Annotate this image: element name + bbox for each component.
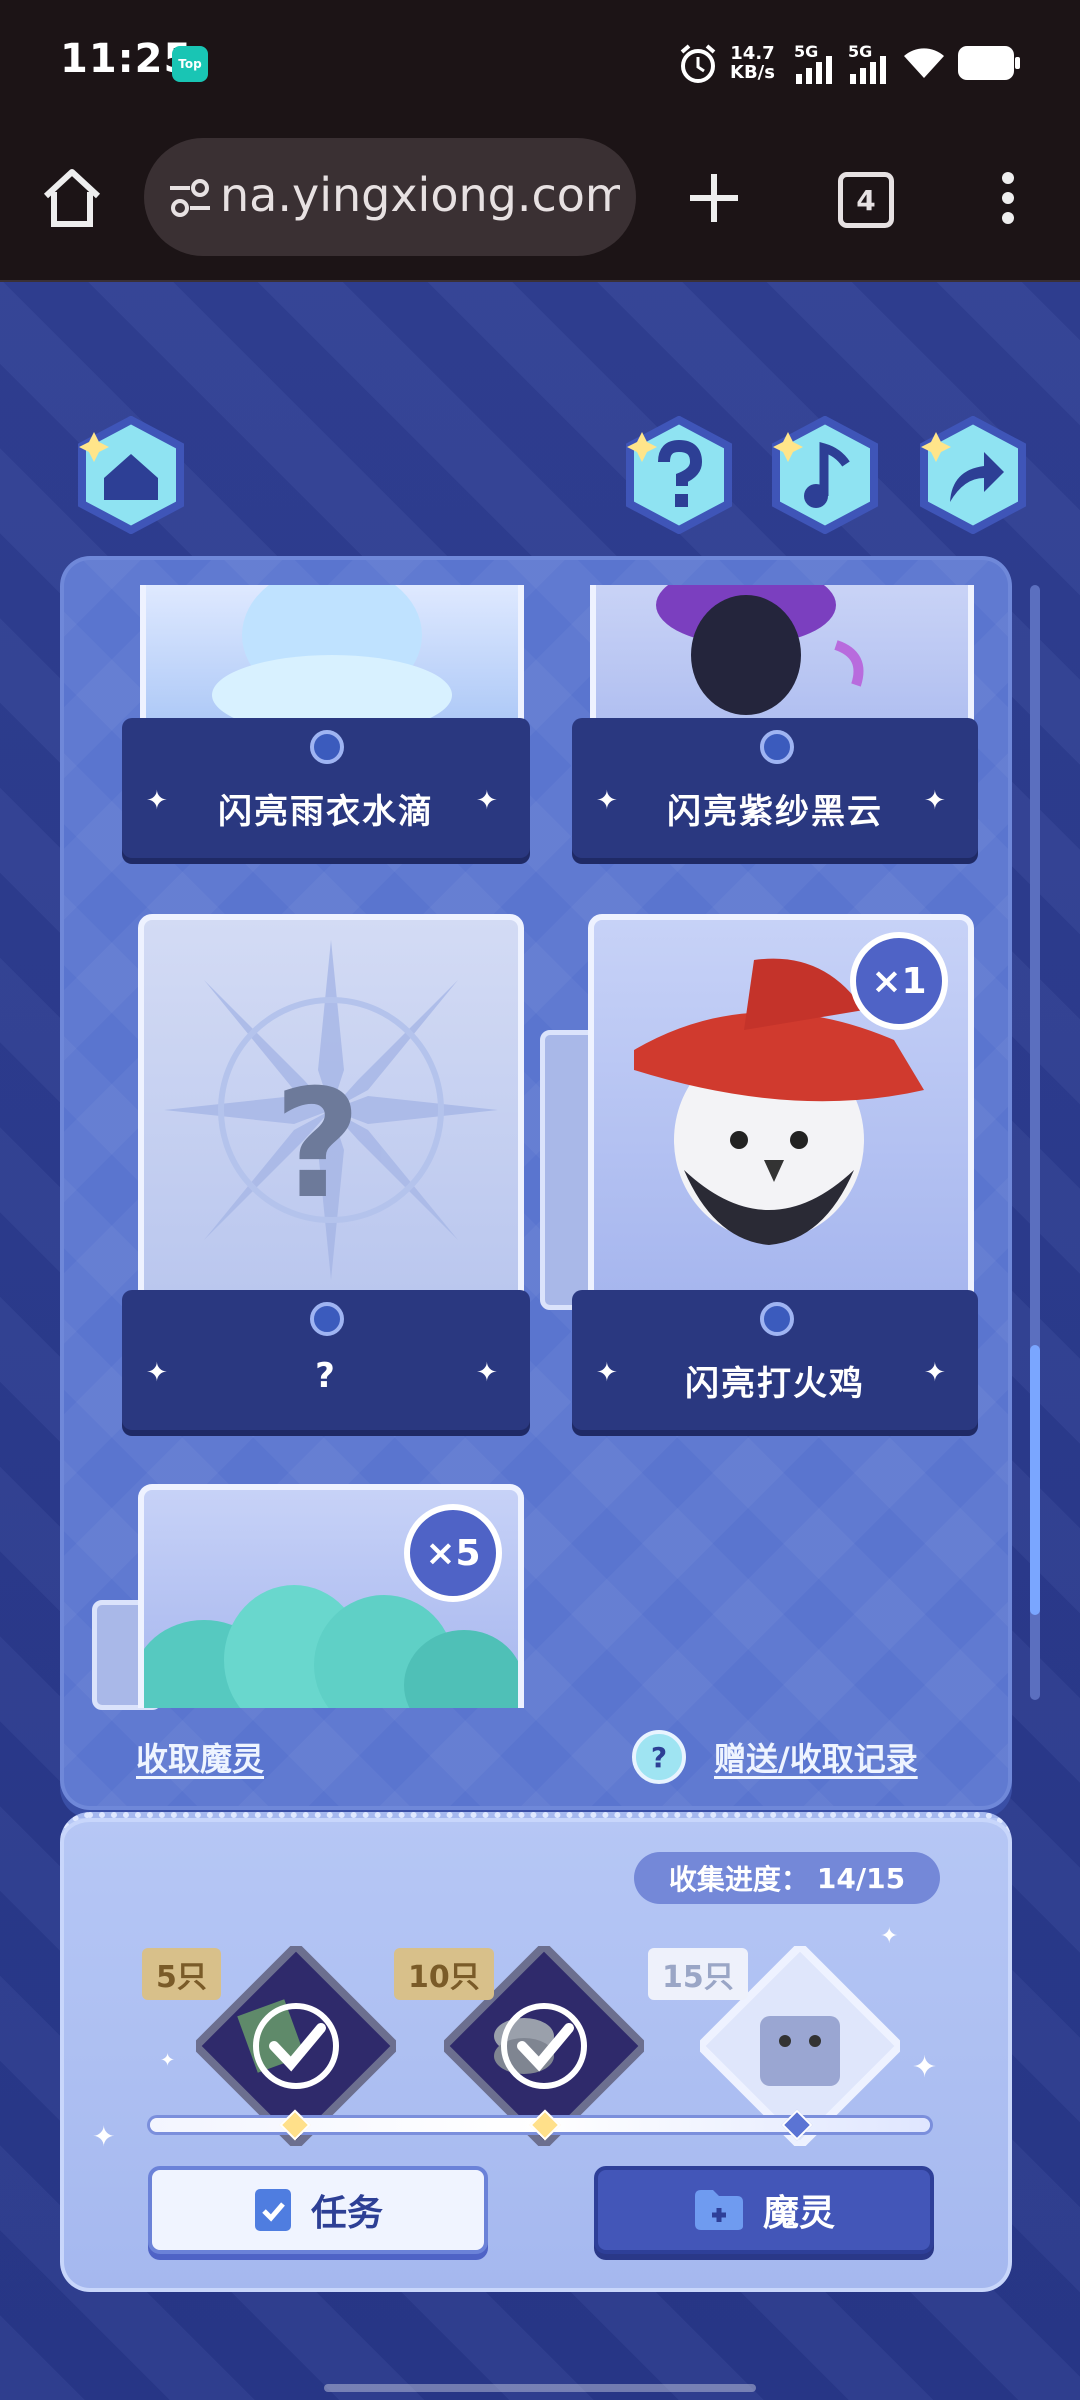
collection-progress: 收集进度： 14/15	[634, 1852, 940, 1904]
wifi-icon	[904, 48, 944, 78]
sparkle-icon: ✦	[912, 2050, 938, 2085]
new-tab-icon[interactable]	[686, 170, 742, 226]
gift-records-link[interactable]: 赠送/收取记录	[714, 1734, 918, 1780]
alarm-icon	[680, 44, 716, 83]
sparkle-icon: ✦	[92, 2120, 116, 2153]
collect-sprite-link[interactable]: 收取魔灵	[136, 1734, 264, 1780]
site-settings-icon[interactable]	[168, 178, 212, 218]
sprite-button[interactable]: 魔灵	[594, 2166, 934, 2254]
signal-icon-1	[796, 56, 832, 84]
sparkle-icon: ✦	[880, 1924, 899, 1949]
share-icon[interactable]	[914, 416, 1032, 534]
card-image-unknown[interactable]: ?	[138, 914, 524, 1316]
task-button-label: 任务	[310, 2193, 383, 2234]
battery-icon	[958, 46, 1020, 80]
card-pin-dot	[310, 1302, 344, 1336]
signal-icon-2	[850, 56, 886, 84]
card-label: 闪亮打火鸡	[685, 1364, 865, 1404]
folder-add-icon	[694, 2190, 743, 2230]
card-count-badge: ×1	[850, 932, 948, 1030]
music-icon[interactable]	[766, 416, 884, 534]
milestone-tag-1: 5只	[142, 1948, 221, 2000]
card-label: ?	[315, 1356, 337, 1396]
raincoat-drop-art	[212, 585, 452, 735]
sparkle-icon: ✦	[160, 2050, 176, 2071]
card-count-badge: ×5	[404, 1504, 502, 1602]
gesture-nav-bar[interactable]	[324, 2384, 756, 2392]
card-label: 闪亮雨衣水滴	[218, 792, 434, 832]
card-pin-dot	[760, 1302, 794, 1336]
card-label: 闪亮紫纱黑云	[667, 792, 883, 832]
scrollbar-thumb[interactable]	[1030, 1345, 1040, 1615]
overflow-menu-icon[interactable]	[996, 170, 1020, 226]
sprite-button-label: 魔灵	[762, 2193, 835, 2234]
game-home-icon[interactable]	[72, 416, 190, 534]
progress-label: 收集进度：	[668, 1863, 809, 1896]
help-icon[interactable]	[620, 416, 738, 534]
card-pin-dot	[760, 730, 794, 764]
task-document-icon	[254, 2189, 291, 2231]
url-text[interactable]: na.yingxiong.com	[220, 168, 620, 222]
network-speed-value: 14.7	[730, 43, 775, 64]
unknown-question-mark: ?	[274, 1058, 362, 1232]
task-button[interactable]: 任务	[148, 2166, 488, 2254]
milestone-tag-3: 15只	[648, 1948, 748, 2000]
milestone-tag-2: 10只	[394, 1948, 494, 2000]
network-speed-unit: KB/s	[730, 62, 775, 83]
home-icon[interactable]	[40, 168, 104, 228]
network-speed: 14.7 KB/s	[730, 44, 775, 82]
progress-value: 14/15	[816, 1861, 906, 1895]
purple-cloud-art	[656, 585, 864, 715]
records-help-icon[interactable]: ?	[632, 1730, 686, 1784]
card-pin-dot	[310, 730, 344, 764]
top-app-icon: Top	[172, 46, 208, 82]
tab-switcher-button[interactable]: 4	[838, 172, 894, 228]
